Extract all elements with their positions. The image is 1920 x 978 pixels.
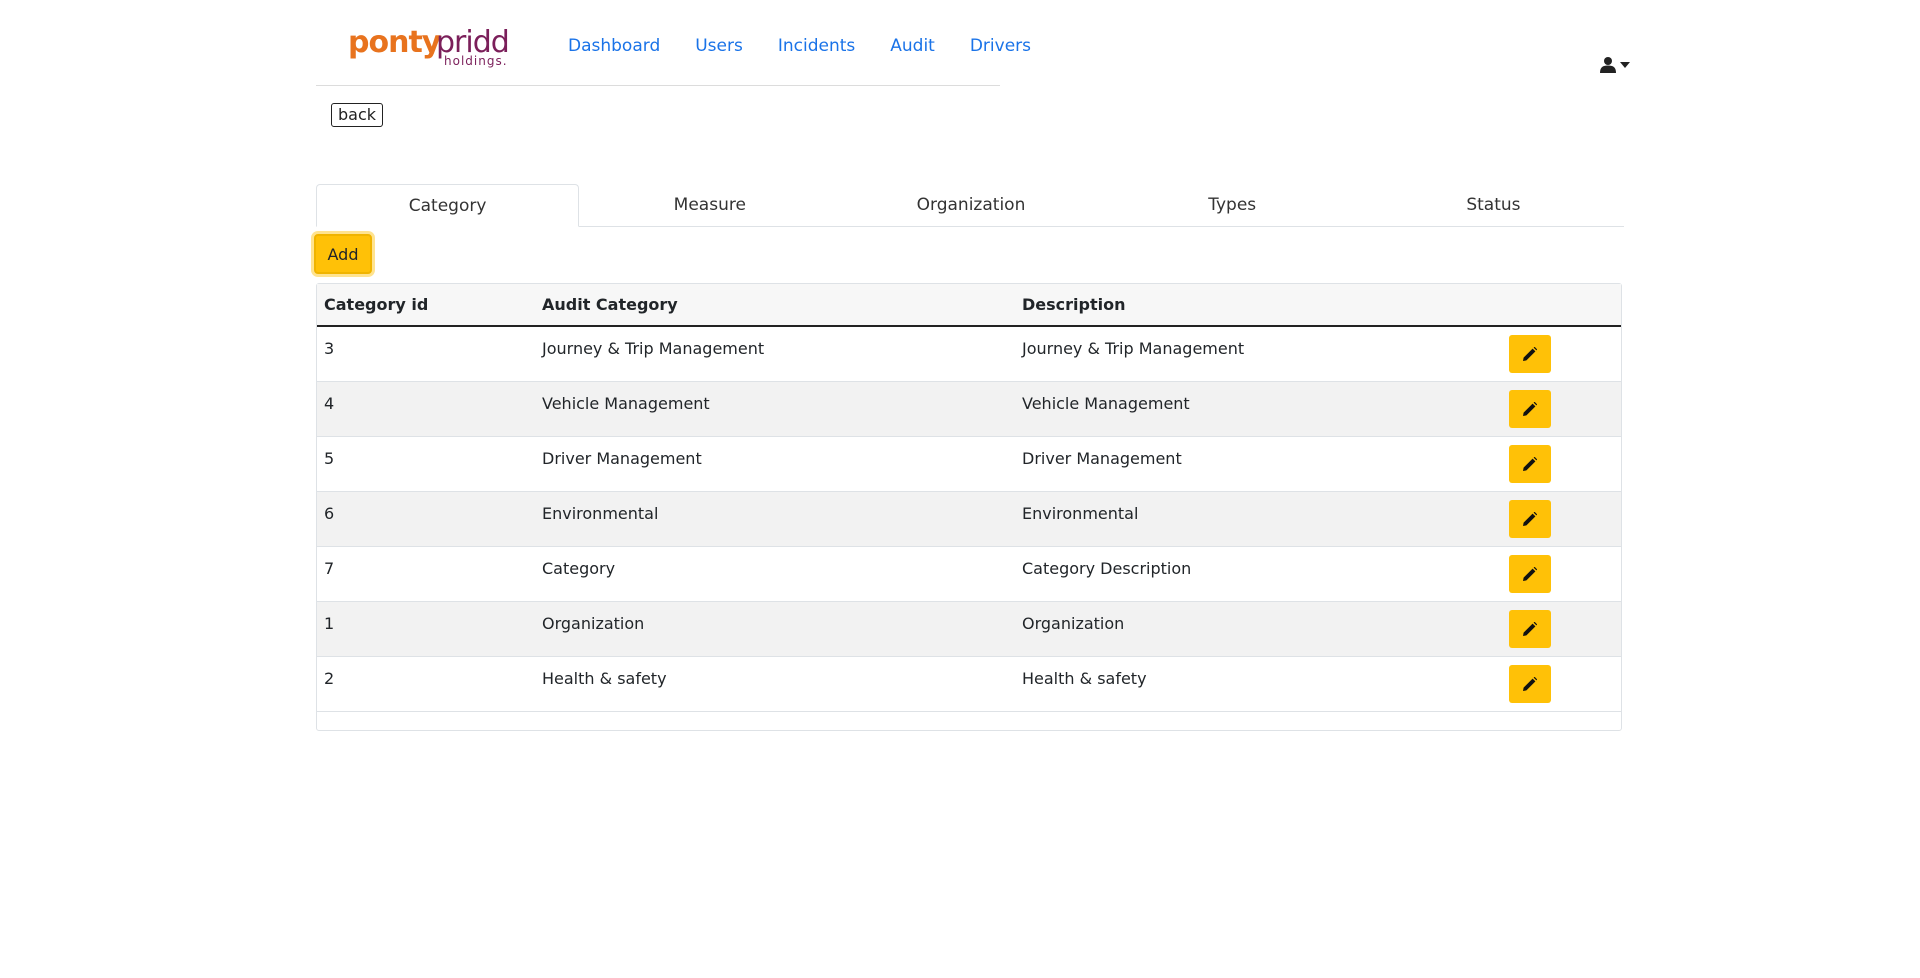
cell-audit-category: Category (535, 546, 1015, 602)
table-row: 5 Driver Management Driver Management (317, 436, 1621, 492)
svg-text:holdings.: holdings. (444, 54, 508, 68)
main-nav: Dashboard Users Incidents Audit Drivers (568, 36, 1066, 56)
cell-category-id: 6 (317, 491, 535, 547)
cell-category-id: 4 (317, 381, 535, 437)
header-actions (1499, 284, 1621, 327)
header-description[interactable]: Description (1015, 284, 1499, 327)
table-row: 2 Health & safety Health & safety (317, 656, 1621, 712)
edit-button[interactable] (1509, 609, 1551, 648)
nav-users[interactable]: Users (695, 36, 743, 56)
nav-dashboard[interactable]: Dashboard (568, 36, 660, 56)
edit-button[interactable] (1509, 664, 1551, 703)
header-category-id[interactable]: Category id (317, 284, 535, 327)
pencil-icon (1523, 347, 1537, 361)
table-header-row: Category id Audit Category Description (317, 284, 1621, 327)
tab-bar: Category Measure Organization Types Stat… (316, 184, 1624, 227)
chevron-down-icon (1620, 61, 1630, 68)
category-table-container: Category id Audit Category Description 3… (316, 283, 1622, 731)
cell-description: Journey & Trip Management (1015, 326, 1499, 382)
table-row: 6 Environmental Environmental (317, 491, 1621, 547)
cell-actions (1499, 326, 1621, 382)
nav-drivers[interactable]: Drivers (970, 36, 1031, 56)
nav-incidents[interactable]: Incidents (778, 36, 855, 56)
table-row: 3 Journey & Trip Management Journey & Tr… (317, 326, 1621, 382)
cell-actions (1499, 436, 1621, 492)
edit-button[interactable] (1509, 389, 1551, 428)
cell-category-id: 1 (317, 601, 535, 657)
edit-button[interactable] (1509, 444, 1551, 483)
tab-status[interactable]: Status (1363, 184, 1624, 226)
cell-actions (1499, 546, 1621, 602)
pencil-icon (1523, 676, 1537, 691)
cell-description: Environmental (1015, 491, 1499, 547)
cell-audit-category: Driver Management (535, 436, 1015, 492)
category-table: Category id Audit Category Description 3… (317, 284, 1621, 712)
pencil-icon (1523, 456, 1537, 471)
edit-button[interactable] (1509, 499, 1551, 538)
cell-description: Organization (1015, 601, 1499, 657)
pencil-icon (1523, 401, 1537, 416)
cell-actions (1499, 601, 1621, 657)
tab-measure[interactable]: Measure (579, 184, 840, 226)
svg-text:ponty: ponty (348, 25, 442, 60)
cell-description: Category Description (1015, 546, 1499, 602)
cell-audit-category: Vehicle Management (535, 381, 1015, 437)
brand-logo[interactable]: ponty pridd holdings. (348, 22, 518, 70)
cell-description: Driver Management (1015, 436, 1499, 492)
table-row: 4 Vehicle Management Vehicle Management (317, 381, 1621, 437)
page: ponty pridd holdings. Dashboard Users In… (0, 0, 1920, 978)
cell-actions (1499, 491, 1621, 547)
tab-category[interactable]: Category (316, 184, 580, 227)
navbar: ponty pridd holdings. Dashboard Users In… (316, 0, 1031, 86)
edit-button[interactable] (1509, 554, 1551, 593)
cell-category-id: 7 (317, 546, 535, 602)
cell-category-id: 2 (317, 656, 535, 712)
pencil-icon (1523, 511, 1537, 526)
tab-organization[interactable]: Organization (840, 184, 1101, 226)
user-menu[interactable] (1600, 56, 1630, 73)
pencil-icon (1523, 566, 1537, 581)
back-button[interactable]: back (331, 103, 384, 127)
cell-category-id: 3 (317, 326, 535, 382)
table-row: 1 Organization Organization (317, 601, 1621, 657)
cell-actions (1499, 381, 1621, 437)
edit-button[interactable] (1509, 335, 1551, 373)
tab-types[interactable]: Types (1102, 184, 1363, 226)
cell-category-id: 5 (317, 436, 535, 492)
nav-audit[interactable]: Audit (890, 36, 935, 56)
header-audit-category[interactable]: Audit Category (535, 284, 1015, 327)
table-row: 7 Category Category Description (317, 546, 1621, 602)
cell-audit-category: Journey & Trip Management (535, 326, 1015, 382)
cell-audit-category: Environmental (535, 491, 1015, 547)
user-icon (1600, 57, 1616, 73)
cell-description: Health & safety (1015, 656, 1499, 712)
add-button[interactable]: Add (314, 234, 372, 274)
cell-audit-category: Health & safety (535, 656, 1015, 712)
cell-actions (1499, 656, 1621, 712)
cell-description: Vehicle Management (1015, 381, 1499, 437)
cell-audit-category: Organization (535, 601, 1015, 657)
pencil-icon (1523, 621, 1537, 636)
